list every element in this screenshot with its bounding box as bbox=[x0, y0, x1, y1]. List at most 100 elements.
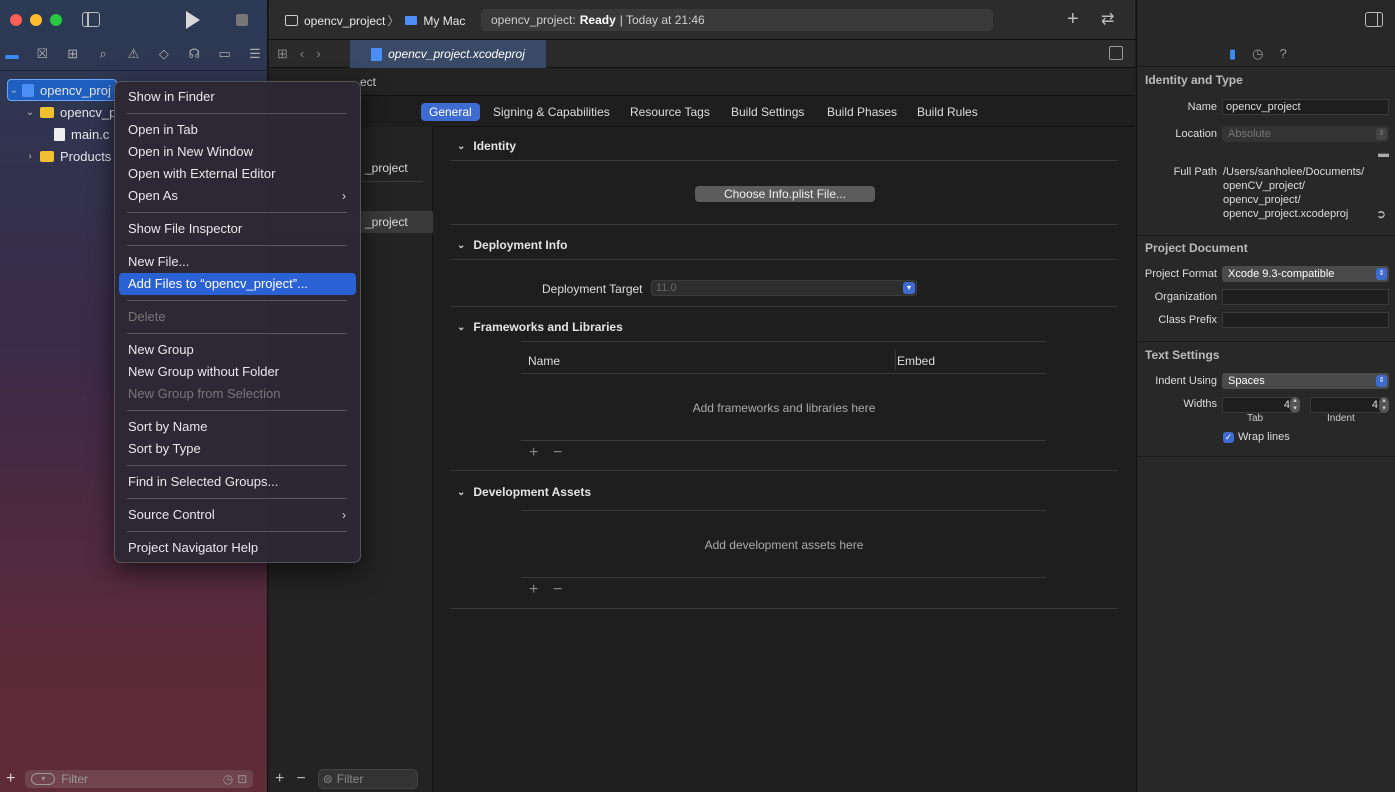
add-asset-icon[interactable]: + bbox=[529, 581, 538, 599]
organization-field[interactable] bbox=[1222, 289, 1389, 305]
breakpoint-navigator-icon[interactable]: ▭ bbox=[217, 46, 233, 62]
menu-item-add-files[interactable]: Add Files to “opencv_project”... bbox=[119, 273, 356, 295]
source-control-navigator-icon[interactable]: ☒ bbox=[34, 46, 50, 62]
menu-item-find-in-selected-groups[interactable]: Find in Selected Groups... bbox=[119, 471, 356, 493]
run-button[interactable] bbox=[186, 11, 200, 29]
tree-item-products[interactable]: › Products bbox=[24, 145, 111, 167]
project-navigator-icon[interactable]: ▬ bbox=[4, 46, 20, 62]
menu-item-show-in-finder[interactable]: Show in Finder bbox=[119, 86, 356, 108]
tab-width-stepper[interactable]: ▴ ▾ bbox=[1290, 397, 1300, 413]
tree-item-project[interactable]: ⌄ opencv_project bbox=[7, 79, 117, 101]
sidebar-toggle-icon[interactable] bbox=[82, 12, 100, 27]
project-format-popup[interactable]: Xcode 9.3-compatible ⇕ bbox=[1222, 266, 1389, 282]
widths-label: Widths bbox=[1183, 398, 1217, 410]
divider bbox=[521, 440, 1046, 441]
section-deployment[interactable]: ⌄ Deployment Info bbox=[457, 238, 567, 252]
tab-resource-tags[interactable]: Resource Tags bbox=[622, 103, 718, 121]
section-development-assets[interactable]: ⌄ Development Assets bbox=[457, 485, 591, 499]
tree-item-file[interactable]: main.c bbox=[54, 123, 109, 145]
remove-asset-icon[interactable]: − bbox=[553, 581, 562, 599]
history-inspector-icon[interactable]: ◷ bbox=[1252, 46, 1263, 62]
section-identity[interactable]: ⌄ Identity bbox=[457, 139, 516, 153]
forward-icon[interactable]: › bbox=[316, 46, 320, 62]
chevron-down-icon[interactable]: ⌄ bbox=[8, 85, 20, 96]
folder-icon[interactable]: ▬ bbox=[1378, 148, 1389, 160]
add-icon[interactable]: + bbox=[6, 770, 15, 788]
recent-files-icon[interactable]: ◷ bbox=[223, 772, 233, 786]
library-add-icon[interactable]: + bbox=[1067, 8, 1079, 31]
add-framework-icon[interactable]: + bbox=[529, 444, 538, 462]
submenu-arrow-icon: › bbox=[342, 189, 346, 203]
menu-item-source-control[interactable]: Source Control › bbox=[119, 504, 356, 526]
column-header-name[interactable]: Name bbox=[528, 354, 560, 368]
remove-framework-icon[interactable]: − bbox=[553, 444, 562, 462]
column-header-embed[interactable]: Embed bbox=[897, 354, 935, 368]
jump-bar[interactable]: ect bbox=[269, 68, 1135, 96]
deployment-target-label: Deployment Target bbox=[542, 282, 643, 296]
chevron-down-icon[interactable]: ⌄ bbox=[24, 107, 36, 118]
menu-item-project-navigator-help[interactable]: Project Navigator Help bbox=[119, 537, 356, 559]
window-close-button[interactable] bbox=[10, 14, 22, 26]
remove-target-icon[interactable]: − bbox=[296, 770, 305, 788]
status-project: opencv_project: bbox=[491, 13, 576, 27]
wrap-lines-checkbox[interactable]: ✓ bbox=[1223, 432, 1234, 443]
window-minimize-button[interactable] bbox=[30, 14, 42, 26]
menu-separator bbox=[127, 212, 347, 213]
debug-navigator-icon[interactable]: ☊ bbox=[186, 46, 202, 62]
project-icon bbox=[22, 83, 34, 97]
editor-tab[interactable]: opencv_project.xcodeproj bbox=[350, 40, 546, 68]
test-navigator-icon[interactable]: ◇ bbox=[156, 46, 172, 62]
find-navigator-icon[interactable]: ⌕ bbox=[95, 46, 111, 62]
menu-item-open-as[interactable]: Open As › bbox=[119, 185, 356, 207]
reveal-in-finder-icon[interactable]: ➲ bbox=[1376, 207, 1386, 221]
split-editor-icon[interactable] bbox=[1109, 46, 1123, 60]
related-items-icon[interactable]: ⊞ bbox=[277, 46, 288, 62]
scheme-selector[interactable]: opencv_project 〉 My Mac bbox=[285, 12, 465, 29]
tree-item-label: main.c bbox=[71, 126, 110, 142]
menu-item-new-group[interactable]: New Group bbox=[119, 339, 356, 361]
chevron-right-icon: 〉 bbox=[387, 14, 400, 28]
help-inspector-icon[interactable]: ? bbox=[1280, 46, 1287, 62]
issue-navigator-icon[interactable]: ⚠ bbox=[126, 46, 142, 62]
tab-build-rules[interactable]: Build Rules bbox=[909, 103, 986, 121]
choose-plist-button[interactable]: Choose Info.plist File... bbox=[695, 186, 875, 202]
tab-build-settings[interactable]: Build Settings bbox=[723, 103, 812, 121]
target-filter-input[interactable]: ⊜ Filter bbox=[317, 769, 418, 789]
add-target-icon[interactable]: + bbox=[275, 770, 284, 788]
tab-build-phases[interactable]: Build Phases bbox=[819, 103, 905, 121]
chevron-down-icon: ⌄ bbox=[457, 140, 466, 152]
file-inspector-icon[interactable]: ▮ bbox=[1229, 46, 1236, 62]
indent-width-field[interactable]: 4 bbox=[1310, 397, 1382, 413]
stop-button[interactable] bbox=[236, 14, 248, 26]
divider bbox=[451, 259, 1117, 260]
source-control-filter-icon[interactable]: ⊡ bbox=[237, 772, 247, 786]
inspector-toggle-icon[interactable] bbox=[1365, 12, 1383, 27]
menu-item-sort-by-name[interactable]: Sort by Name bbox=[119, 416, 356, 438]
name-field[interactable]: opencv_project bbox=[1222, 99, 1389, 115]
tab-width-field[interactable]: 4 bbox=[1222, 397, 1294, 413]
menu-item-new-file[interactable]: New File... bbox=[119, 251, 356, 273]
menu-item-new-group-without-folder[interactable]: New Group without Folder bbox=[119, 361, 356, 383]
deployment-target-popup[interactable]: 11.0 ▾ bbox=[651, 280, 917, 296]
section-frameworks[interactable]: ⌄ Frameworks and Libraries bbox=[457, 320, 623, 334]
menu-item-open-new-window[interactable]: Open in New Window bbox=[119, 141, 356, 163]
indent-using-popup[interactable]: Spaces ⇕ bbox=[1222, 373, 1389, 389]
symbol-navigator-icon[interactable]: ⊞ bbox=[65, 46, 81, 62]
filter-options-icon[interactable]: ▾ bbox=[31, 773, 56, 785]
location-popup[interactable]: Absolute ⇕ bbox=[1222, 126, 1389, 142]
chevron-right-icon[interactable]: › bbox=[24, 151, 36, 162]
back-icon[interactable]: ‹ bbox=[300, 46, 304, 62]
navigator-filter-input[interactable]: ▾ Filter ◷ ⊡ bbox=[25, 770, 254, 788]
indent-width-stepper[interactable]: ▴ ▾ bbox=[1379, 397, 1389, 413]
window-zoom-button[interactable] bbox=[50, 14, 62, 26]
report-navigator-icon[interactable]: ☰ bbox=[247, 46, 263, 62]
class-prefix-field[interactable] bbox=[1222, 312, 1389, 328]
menu-item-open-external-editor[interactable]: Open with External Editor bbox=[119, 163, 356, 185]
tree-item-group[interactable]: ⌄ opencv_p bbox=[24, 101, 117, 123]
menu-item-show-file-inspector[interactable]: Show File Inspector bbox=[119, 218, 356, 240]
tab-general[interactable]: General bbox=[421, 103, 480, 121]
menu-item-open-in-tab[interactable]: Open in Tab bbox=[119, 119, 356, 141]
tab-signing[interactable]: Signing & Capabilities bbox=[485, 103, 618, 121]
code-review-icon[interactable]: ⇄ bbox=[1101, 9, 1114, 29]
menu-item-sort-by-type[interactable]: Sort by Type bbox=[119, 438, 356, 460]
